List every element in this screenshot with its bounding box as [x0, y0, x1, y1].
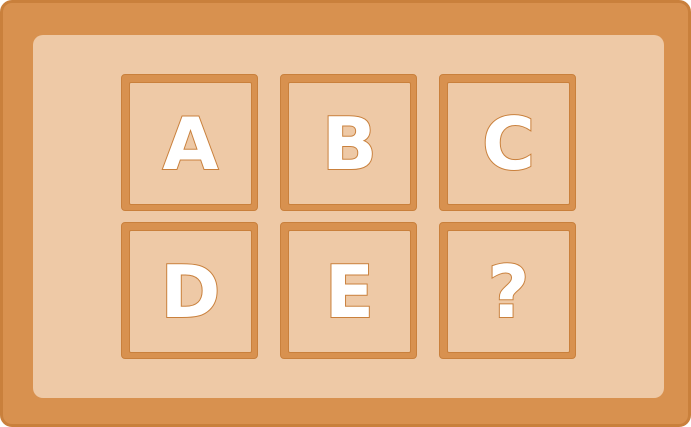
tile-d-face: D [129, 230, 252, 353]
tile-c-face: C [447, 82, 570, 205]
tile-c-label: C [481, 101, 536, 186]
tile-c[interactable]: C [439, 74, 576, 211]
tile-b-face: B [288, 82, 411, 205]
tile-a[interactable]: A [121, 74, 258, 211]
tile-e-face: E [288, 230, 411, 353]
tile-a-label: A [162, 101, 220, 186]
tile-d[interactable]: D [121, 222, 258, 359]
tile-a-face: A [129, 82, 252, 205]
game-board: A B C D E ? [0, 0, 691, 427]
tile-e-label: E [324, 249, 375, 334]
tile-d-label: D [160, 249, 222, 334]
tile-b[interactable]: B [280, 74, 417, 211]
tile-b-label: B [321, 101, 378, 186]
question-mark-icon: ? [487, 249, 531, 334]
tile-e[interactable]: E [280, 222, 417, 359]
tile-question-face: ? [447, 230, 570, 353]
tile-question[interactable]: ? [439, 222, 576, 359]
